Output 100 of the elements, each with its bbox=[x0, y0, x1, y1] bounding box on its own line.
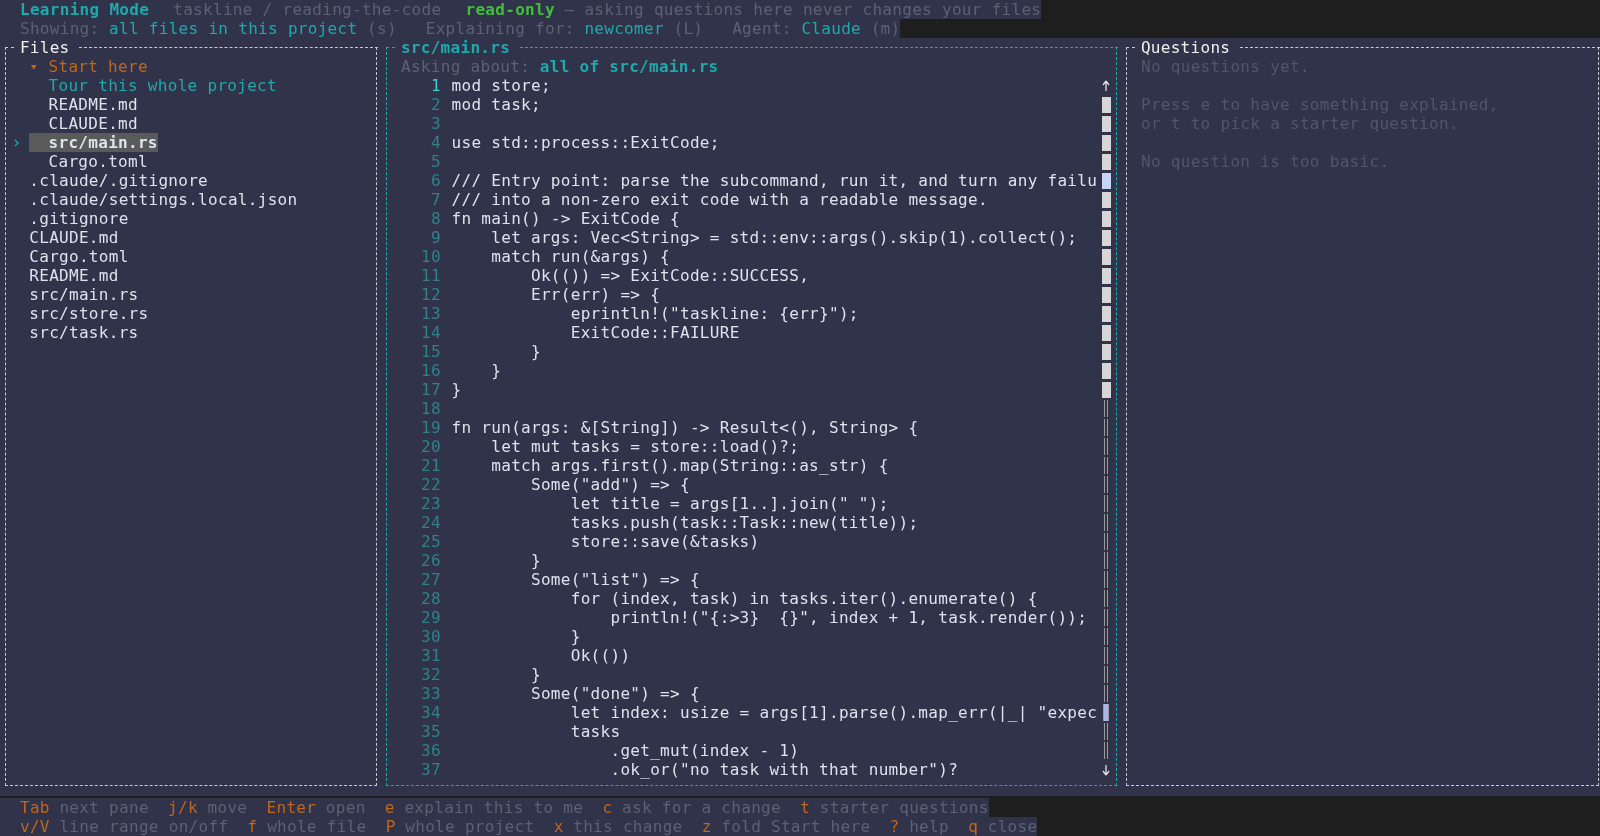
shortcut-key: j/k bbox=[168, 798, 198, 817]
line-number: 15 bbox=[420, 342, 441, 361]
scrollbar-track-segment[interactable] bbox=[1104, 514, 1108, 531]
file-item[interactable]: CLAUDE.md bbox=[29, 114, 138, 133]
code-line: let title = args[1..].join(" "); bbox=[569, 494, 889, 513]
scrollbar-thumb-block[interactable] bbox=[1101, 248, 1111, 265]
scrollbar-thumb-block[interactable] bbox=[1101, 115, 1111, 132]
shortcut-key: e bbox=[384, 798, 395, 817]
code-line: let args: Vec<String> = std::env::args().skip(1).collect(); bbox=[490, 228, 1078, 247]
code-line: mod store; bbox=[451, 76, 551, 95]
shortcut-key: P bbox=[385, 817, 396, 836]
scrollbar-track-segment[interactable] bbox=[1104, 571, 1108, 588]
code-line: match run(&args) { bbox=[490, 247, 671, 266]
scrollbar-track-segment[interactable] bbox=[1104, 609, 1108, 626]
line-number: 14 bbox=[420, 323, 441, 342]
scrollbar-thumb-block[interactable] bbox=[1101, 362, 1111, 379]
line-number: 19 bbox=[420, 418, 441, 437]
line-number: 24 bbox=[420, 513, 441, 532]
code-line: Err(err) => { bbox=[530, 285, 661, 304]
scrollbar-track-segment[interactable] bbox=[1104, 495, 1108, 512]
code-line: Ok(()) bbox=[569, 646, 631, 665]
line-number: 31 bbox=[420, 646, 441, 665]
code-line: Some("done") => { bbox=[530, 684, 700, 703]
line-number: 9 bbox=[430, 228, 441, 247]
setting-value[interactable]: all files in this project bbox=[109, 19, 358, 38]
code-line: let mut tasks = store::load()?; bbox=[490, 437, 800, 456]
scrollbar-track-segment[interactable] bbox=[1104, 628, 1108, 645]
file-item[interactable]: src/main.rs bbox=[29, 133, 158, 152]
scroll-down-icon[interactable] bbox=[1102, 763, 1110, 776]
shortcut-key: c bbox=[602, 798, 613, 817]
scrollbar-track-segment[interactable] bbox=[1104, 723, 1108, 740]
shortcut-key: f bbox=[247, 817, 258, 836]
line-number: 10 bbox=[420, 247, 441, 266]
file-item[interactable]: Tour this whole project bbox=[29, 76, 277, 95]
scrollbar-thumb-block[interactable] bbox=[1101, 153, 1111, 170]
scrollbar-thumb-block[interactable] bbox=[1101, 229, 1111, 246]
setting-value[interactable]: Claude bbox=[801, 19, 861, 38]
scrollbar-track-segment[interactable] bbox=[1104, 647, 1108, 664]
scrollbar-track-segment[interactable] bbox=[1104, 742, 1108, 759]
code-line: for (index, task) in tasks.iter().enumerate() { bbox=[569, 589, 1038, 608]
file-item[interactable]: src/store.rs bbox=[29, 304, 149, 323]
file-item[interactable]: Cargo.toml bbox=[29, 152, 148, 171]
scrollbar-thumb-block[interactable] bbox=[1101, 305, 1111, 322]
scrollbar-thumb-block[interactable] bbox=[1101, 343, 1111, 360]
code-line: tasks bbox=[569, 722, 621, 741]
shortcut-key: v/V bbox=[20, 817, 50, 836]
shortcut-key: ? bbox=[889, 817, 900, 836]
line-number: 28 bbox=[420, 589, 441, 608]
file-item[interactable]: README.md bbox=[29, 266, 119, 285]
scrollbar-thumb-block[interactable] bbox=[1101, 96, 1111, 113]
scrollbar-track-segment[interactable] bbox=[1104, 590, 1108, 607]
file-item[interactable]: README.md bbox=[29, 95, 138, 114]
file-item[interactable]: Cargo.toml bbox=[29, 247, 129, 266]
scrollbar-track-segment[interactable] bbox=[1104, 533, 1108, 550]
code-line: Some("add") => { bbox=[530, 475, 690, 494]
scrollbar-thumb-block[interactable] bbox=[1101, 191, 1111, 208]
scrollbar-track-segment[interactable] bbox=[1104, 666, 1108, 683]
scrollbar-track-segment[interactable] bbox=[1104, 438, 1108, 455]
file-item[interactable]: src/main.rs bbox=[29, 285, 139, 304]
line-number: 16 bbox=[420, 361, 441, 380]
scrollbar-thumb-block[interactable] bbox=[1101, 267, 1111, 284]
scrollbar-thumb-block[interactable] bbox=[1101, 210, 1111, 227]
scrollbar-track-segment[interactable] bbox=[1104, 457, 1108, 474]
line-number: 7 bbox=[430, 190, 441, 209]
scrollbar-thumb-block[interactable] bbox=[1101, 286, 1111, 303]
file-item[interactable]: CLAUDE.md bbox=[29, 228, 119, 247]
scrollbar-track-segment[interactable] bbox=[1103, 704, 1109, 721]
line-number: 13 bbox=[420, 304, 441, 323]
scrollbar-track-segment[interactable] bbox=[1104, 552, 1108, 569]
scrollbar-track-segment[interactable] bbox=[1104, 419, 1108, 436]
scrollbar-thumb-block[interactable] bbox=[1101, 172, 1111, 189]
scrollbar-track-segment[interactable] bbox=[1104, 476, 1108, 493]
code-line: tasks.push(task::Task::new(title)); bbox=[569, 513, 919, 532]
scroll-up-icon[interactable] bbox=[1102, 79, 1110, 92]
file-item[interactable]: .gitignore bbox=[29, 209, 129, 228]
line-number: 25 bbox=[420, 532, 441, 551]
scrollbar-thumb-block[interactable] bbox=[1101, 381, 1111, 398]
scrollbar-thumb-block[interactable] bbox=[1101, 134, 1111, 151]
scrollbar-track-segment[interactable] bbox=[1104, 400, 1108, 417]
code-line: mod task; bbox=[451, 95, 541, 114]
file-item[interactable]: .claude/.gitignore bbox=[29, 171, 209, 190]
line-number: 5 bbox=[430, 152, 441, 171]
line-number: 34 bbox=[420, 703, 441, 722]
file-item[interactable]: .claude/settings.local.json bbox=[29, 190, 298, 209]
line-number: 8 bbox=[430, 209, 441, 228]
scrollbar-thumb-block[interactable] bbox=[1101, 324, 1111, 341]
code-line: .get_mut(index - 1) bbox=[609, 741, 800, 760]
panel-title: Files bbox=[18, 38, 71, 57]
line-number: 33 bbox=[420, 684, 441, 703]
scrollbar-track-segment[interactable] bbox=[1104, 685, 1108, 702]
code-line: let index: usize = args[1].parse().map_err(|_| "expec bbox=[569, 703, 1098, 722]
file-item[interactable]: src/task.rs bbox=[29, 323, 139, 342]
shortcut-key: z bbox=[701, 817, 712, 836]
code-line: fn main() -> ExitCode { bbox=[451, 209, 680, 228]
code-line: } bbox=[451, 380, 462, 399]
setting-value[interactable]: newcomer bbox=[584, 19, 664, 38]
code-line: use std::process::ExitCode; bbox=[451, 133, 720, 152]
line-number: 26 bbox=[420, 551, 441, 570]
line-number: 37 bbox=[420, 760, 441, 779]
code-line: } bbox=[569, 627, 581, 646]
